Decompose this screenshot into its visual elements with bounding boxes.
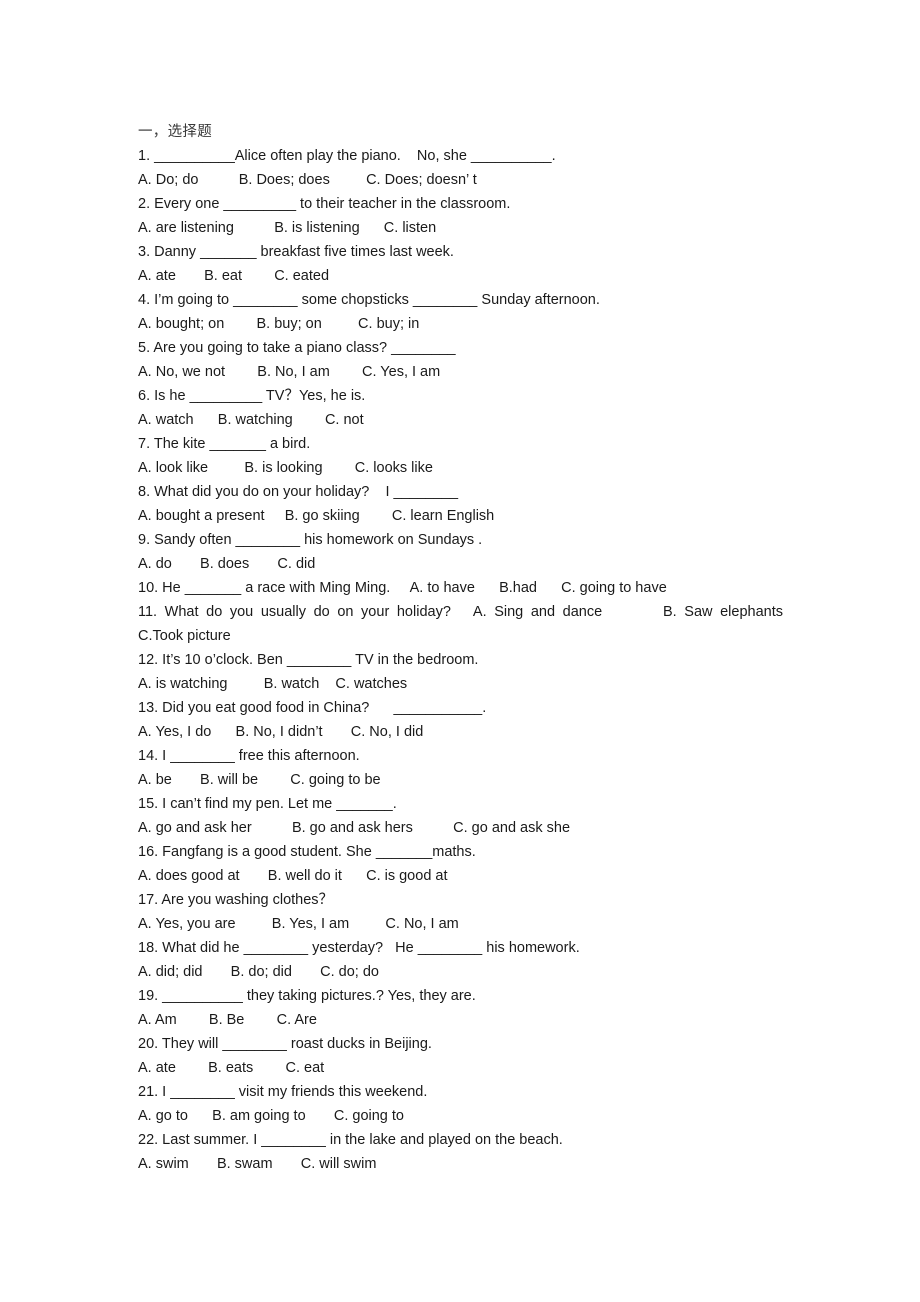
q17-stem: 17. Are you washing clothes？ [138, 892, 334, 908]
q22-stem: 22. Last summer. I ________ in the lake … [138, 1132, 563, 1148]
q11-line1: 11. What do you usually do on your holid… [138, 604, 783, 620]
q2-options: A. are listening B. is listening C. list… [138, 220, 437, 236]
q6-stem: 6. Is he _________ TV？Yes, he is. [138, 388, 366, 404]
q18-options: A. did; did B. do; did C. do; do [138, 964, 379, 980]
q20-stem: 20. They will ________ roast ducks in Be… [138, 1036, 432, 1052]
q22-options: A. swim B. swam C. will swim [138, 1156, 377, 1172]
q4-options: A. bought; on B. buy; on C. buy; in [138, 316, 420, 332]
q13-stem: 13. Did you eat good food in China? ____… [138, 700, 487, 716]
q10-line: 10. He _______ a race with Ming Ming. A.… [138, 580, 667, 596]
q9-stem: 9. Sandy often ________ his homework on … [138, 532, 483, 548]
q14-stem: 14. I ________ free this afternoon. [138, 748, 360, 764]
q8-options: A. bought a present B. go skiing C. lear… [138, 508, 495, 524]
q19-options: A. Am B. Be C. Are [138, 1012, 317, 1028]
q3-options: A. ate B. eat C. eated [138, 268, 330, 284]
q19-stem: 19. __________ they taking pictures.? Ye… [138, 988, 476, 1004]
q2-stem: 2. Every one _________ to their teacher … [138, 196, 511, 212]
question-list: 1. __________Alice often play the piano.… [138, 144, 783, 1176]
q15-options: A. go and ask her B. go and ask hers C. … [138, 820, 571, 836]
q5-options: A. No, we not B. No, I am C. Yes, I am [138, 364, 441, 380]
q12-options: A. is watching B. watch C. watches [138, 676, 408, 692]
q16-stem: 16. Fangfang is a good student. She ____… [138, 844, 476, 860]
q1-stem: 1. __________Alice often play the piano.… [138, 148, 556, 164]
document-page: 一，选择题 1. __________Alice often play the … [0, 0, 920, 1302]
q3-stem: 3. Danny _______ breakfast five times la… [138, 244, 454, 260]
q8-stem: 8. What did you do on your holiday? I __… [138, 484, 459, 500]
q15-stem: 15. I can’t find my pen. Let me _______. [138, 796, 397, 812]
q14-options: A. be B. will be C. going to be [138, 772, 381, 788]
q5-stem: 5. Are you going to take a piano class? … [138, 340, 456, 356]
q16-options: A. does good at B. well do it C. is good… [138, 868, 448, 884]
q6-options: A. watch B. watching C. not [138, 412, 364, 428]
q21-options: A. go to B. am going to C. going to [138, 1108, 404, 1124]
q9-options: A. do B. does C. did [138, 556, 316, 572]
q17-options: A. Yes, you are B. Yes, I am C. No, I am [138, 916, 459, 932]
document-body: 一，选择题 1. __________Alice often play the … [138, 120, 783, 1176]
q1-options: A. Do; do B. Does; does C. Does; doesn’ … [138, 172, 477, 188]
q4-stem: 4. I’m going to ________ some chopsticks… [138, 292, 600, 308]
section-heading: 一，选择题 [138, 124, 212, 140]
q20-options: A. ate B. eats C. eat [138, 1060, 325, 1076]
q21-stem: 21. I ________ visit my friends this wee… [138, 1084, 428, 1100]
q18-stem: 18. What did he ________ yesterday? He _… [138, 940, 580, 956]
q7-stem: 7. The kite _______ a bird. [138, 436, 311, 452]
q12-stem: 12. It’s 10 o’clock. Ben ________ TV in … [138, 652, 479, 668]
q13-options: A. Yes, I do B. No, I didn’t C. No, I di… [138, 724, 424, 740]
q7-options: A. look like B. is looking C. looks like [138, 460, 433, 476]
q11-line2: C.Took picture [138, 628, 231, 644]
